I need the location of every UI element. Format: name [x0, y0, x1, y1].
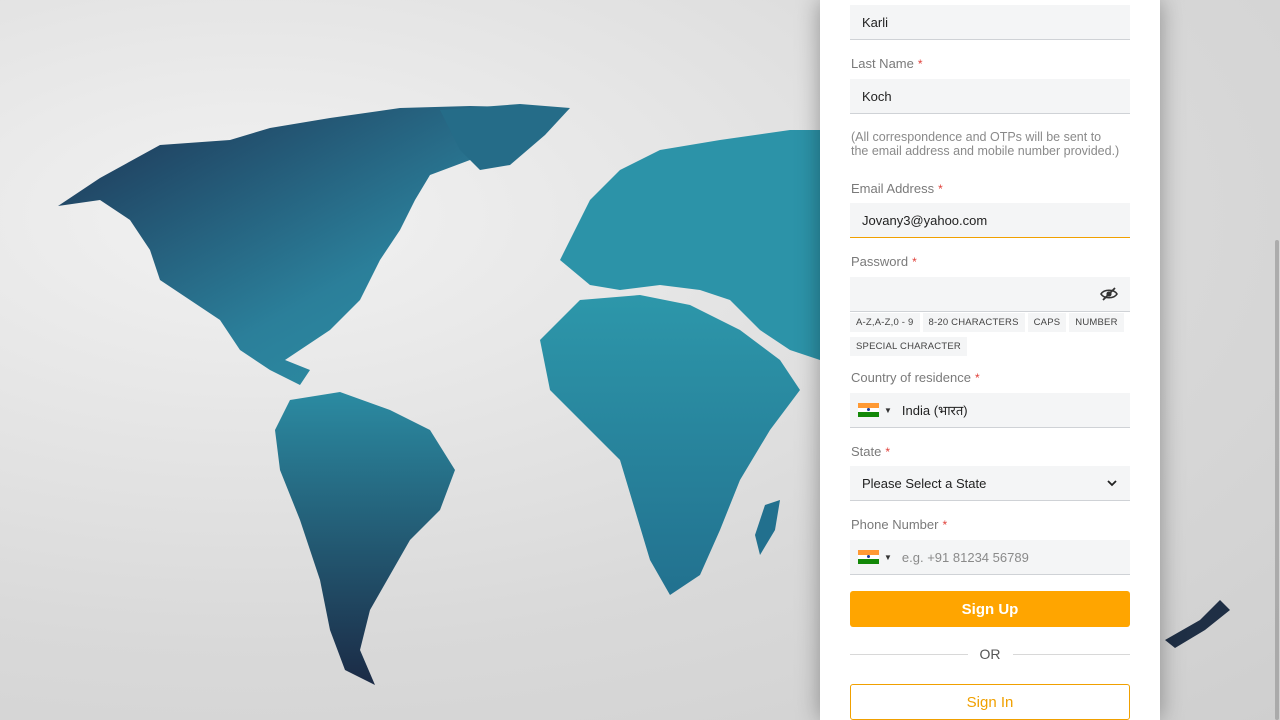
divider-line	[1012, 653, 1130, 655]
phone-placeholder: e.g. +91 81234 56789	[901, 549, 1029, 565]
password-label-text: Password	[851, 254, 909, 269]
required-mark: *	[938, 182, 943, 196]
first-name-input[interactable]: Karli	[850, 5, 1130, 40]
correspondence-note: (All correspondence and OTPs will be sen…	[851, 130, 1120, 158]
sign-up-button[interactable]: Sign Up	[850, 591, 1130, 627]
country-label: Country of residence *	[851, 370, 980, 385]
last-name-input[interactable]: Koch	[850, 79, 1130, 114]
india-flag-icon[interactable]	[858, 550, 879, 564]
email-value: Jovany3@yahoo.com	[862, 212, 988, 228]
country-label-text: Country of residence	[851, 370, 971, 385]
eye-slash-icon[interactable]	[1100, 286, 1118, 305]
phone-label: Phone Number *	[851, 517, 947, 532]
last-name-value: Koch	[862, 88, 892, 104]
password-rules: A-Z,A-Z,0 - 9 8-20 CHARACTERS CAPS NUMBER SP…	[850, 312, 1132, 360]
caret-down-icon[interactable]: ▼	[884, 406, 892, 415]
country-value: India (भारत)	[901, 403, 968, 418]
or-text: OR	[979, 646, 1001, 662]
last-name-label: Last Name *	[851, 56, 923, 71]
page-scrollbar[interactable]	[1272, 0, 1280, 720]
last-name-label-text: Last Name	[851, 56, 914, 71]
password-rule-chip: SPECIAL CHARACTER	[850, 337, 967, 356]
sign-in-button[interactable]: Sign In	[850, 684, 1130, 720]
email-label-text: Email Address	[851, 181, 935, 196]
india-flag-icon[interactable]	[858, 403, 879, 417]
scrollbar-thumb[interactable]	[1275, 240, 1279, 720]
phone-label-text: Phone Number	[851, 517, 939, 532]
email-label: Email Address *	[851, 181, 943, 196]
divider-line	[850, 653, 968, 655]
password-input[interactable]	[850, 277, 1130, 312]
south-america-shape	[275, 392, 455, 685]
caret-down-icon[interactable]: ▼	[884, 553, 892, 562]
password-rule-chip: 8-20 CHARACTERS	[922, 313, 1025, 332]
password-rule-chip: A-Z,A-Z,0 - 9	[850, 313, 920, 332]
new-zealand-shape	[1165, 600, 1230, 648]
signup-panel: Karli Last Name * Koch (All correspondenc…	[820, 0, 1160, 720]
state-select[interactable]: Please Select a State	[850, 466, 1130, 501]
state-label: State *	[851, 444, 890, 459]
password-rule-chip: NUMBER	[1069, 313, 1124, 332]
required-mark: *	[917, 57, 923, 71]
or-divider: OR	[850, 644, 1130, 664]
chevron-down-icon[interactable]	[1106, 477, 1118, 492]
required-mark: *	[942, 518, 948, 532]
state-value: Please Select a State	[862, 475, 987, 491]
madagascar-shape	[755, 500, 780, 555]
country-select[interactable]: ▼ India (भारत)	[850, 393, 1130, 428]
required-mark: *	[974, 371, 980, 385]
password-rule-chip: CAPS	[1027, 313, 1067, 332]
required-mark: *	[885, 445, 891, 459]
phone-input[interactable]: ▼ e.g. +91 81234 56789	[850, 540, 1130, 575]
email-input[interactable]: Jovany3@yahoo.com	[850, 203, 1130, 238]
password-label: Password *	[851, 254, 917, 269]
state-label-text: State	[851, 444, 882, 459]
required-mark: *	[912, 255, 917, 269]
first-name-value: Karli	[862, 14, 889, 30]
